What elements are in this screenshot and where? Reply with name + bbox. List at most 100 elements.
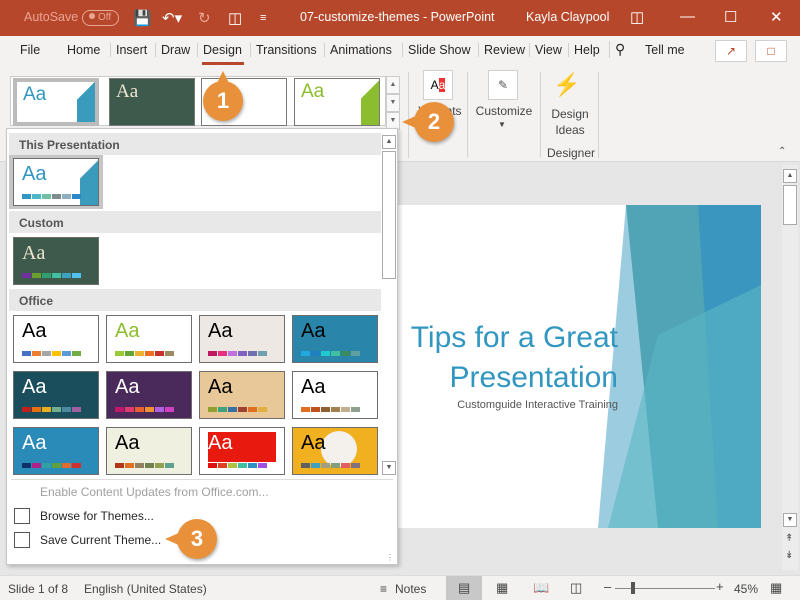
design-ideas-label-1[interactable]: Design: [547, 107, 593, 121]
ribbon-tabs: File Home Insert Draw Design Transitions…: [0, 36, 800, 66]
notes-icon[interactable]: ≡: [380, 582, 387, 596]
minimize-icon[interactable]: —: [680, 8, 695, 25]
tab-file[interactable]: File: [20, 43, 40, 57]
resize-grip-icon[interactable]: ⋮: [386, 553, 394, 562]
tab-design[interactable]: Design: [197, 43, 242, 57]
callout-2: 2: [402, 102, 454, 142]
zoom-slider[interactable]: [615, 588, 715, 589]
theme-preview-text: Aa: [115, 376, 140, 398]
tab-review[interactable]: Review: [478, 43, 525, 57]
office-theme-thumb[interactable]: Aa: [13, 315, 99, 363]
autosave-label: AutoSave: [24, 10, 79, 24]
gallery-scroll-down[interactable]: ▼: [386, 94, 400, 112]
save-current-theme-label: Save Current Theme...: [40, 533, 162, 547]
zoom-slider-thumb[interactable]: [631, 582, 635, 594]
theme-preview-text: Aa: [301, 320, 326, 342]
office-theme-thumb[interactable]: Aa: [13, 427, 99, 475]
office-theme-thumb[interactable]: Aa: [292, 371, 378, 419]
scroll-thumb[interactable]: [783, 185, 797, 225]
dropdown-scroll-down[interactable]: ▼: [382, 461, 396, 475]
tab-insert[interactable]: Insert: [110, 43, 147, 57]
zoom-level[interactable]: 45%: [734, 582, 758, 596]
autosave-toggle[interactable]: Off: [82, 10, 119, 26]
tab-slide-show[interactable]: Slide Show: [402, 43, 471, 57]
tab-view[interactable]: View: [529, 43, 562, 57]
tab-home[interactable]: Home: [67, 43, 100, 57]
slide-canvas[interactable]: Tips for a Great Presentation Customguid…: [398, 205, 761, 528]
collapse-ribbon-icon[interactable]: ⌃: [778, 146, 786, 157]
theme-thumb-custom[interactable]: Aa: [109, 78, 195, 126]
design-ideas-label-2[interactable]: Ideas: [547, 123, 593, 137]
separator: [467, 72, 468, 158]
theme-thumb-facet[interactable]: Aa: [294, 78, 380, 126]
office-theme-thumb[interactable]: Aa: [199, 315, 285, 363]
save-icon[interactable]: 💾: [133, 9, 152, 27]
gallery-scroll-up[interactable]: ▲: [386, 76, 400, 94]
scroll-down-button[interactable]: ▼: [783, 513, 797, 527]
browse-icon: [14, 508, 30, 524]
theme-preview-text: Aa: [22, 432, 47, 454]
tab-animations[interactable]: Animations: [324, 43, 392, 57]
fit-slide-icon[interactable]: ▦: [770, 580, 782, 596]
language-indicator[interactable]: English (United States): [84, 582, 207, 596]
customize-dropdown-icon[interactable]: ▼: [498, 120, 506, 129]
tell-me-input[interactable]: Tell me: [645, 43, 685, 57]
normal-view-icon[interactable]: ▤: [458, 580, 470, 596]
theme-color-swatches: [22, 407, 81, 412]
theme-custom[interactable]: Aa: [13, 237, 99, 285]
notes-button[interactable]: Notes: [395, 582, 426, 596]
customize-qat-icon[interactable]: ≡: [260, 12, 266, 24]
office-theme-thumb[interactable]: Aa: [292, 427, 378, 475]
undo-icon[interactable]: ↶▾: [162, 9, 182, 27]
theme-preview-text: Aa: [301, 432, 326, 454]
tab-help[interactable]: Help: [568, 43, 600, 57]
theme-color-swatches: [301, 463, 360, 468]
redo-icon[interactable]: ↻: [198, 9, 211, 27]
next-slide-icon[interactable]: ↡: [785, 550, 793, 561]
theme-this-presentation[interactable]: Aa: [13, 158, 99, 206]
reading-view-icon[interactable]: 📖: [533, 580, 549, 596]
customize-button[interactable]: Customize: [472, 104, 536, 118]
section-header-this-presentation: This Presentation: [9, 133, 381, 155]
office-theme-thumb[interactable]: Aa: [13, 371, 99, 419]
theme-preview-text: Aa: [115, 432, 140, 454]
dropdown-scroll-up[interactable]: ▲: [382, 135, 396, 149]
tab-draw[interactable]: Draw: [155, 43, 190, 57]
theme-color-swatches: [301, 407, 360, 412]
dropdown-scroll-thumb[interactable]: [382, 151, 396, 279]
previous-slide-icon[interactable]: ↟: [785, 533, 793, 544]
tab-transitions[interactable]: Transitions: [250, 43, 317, 57]
theme-thumb-current[interactable]: Aa: [13, 78, 99, 126]
search-icon[interactable]: ⚲: [609, 41, 625, 58]
variants-icon[interactable]: Aa: [423, 70, 453, 100]
theme-color-swatches: [115, 463, 174, 468]
office-theme-thumb[interactable]: Aa: [106, 427, 192, 475]
slideshow-view-icon[interactable]: ◫: [570, 580, 582, 596]
slide-scrollbar[interactable]: ▲ ▼ ↟ ↡: [782, 165, 798, 570]
customize-icon[interactable]: ✎: [488, 70, 518, 100]
office-theme-thumb[interactable]: Aa: [199, 371, 285, 419]
office-theme-thumb[interactable]: Aa: [106, 371, 192, 419]
ribbon-display-icon[interactable]: ◫: [630, 8, 644, 26]
slide-sorter-icon[interactable]: ▦: [496, 580, 508, 596]
enable-content-updates-label: Enable Content Updates from Office.com..…: [40, 485, 269, 499]
close-icon[interactable]: ✕: [770, 8, 783, 26]
maximize-icon[interactable]: ☐: [724, 8, 737, 26]
user-name[interactable]: Kayla Claypool: [526, 10, 609, 24]
office-theme-thumb[interactable]: Aa: [292, 315, 378, 363]
office-theme-thumb[interactable]: Aa: [106, 315, 192, 363]
scroll-up-button[interactable]: ▲: [783, 169, 797, 183]
slide-subtitle: Customguide Interactive Training: [457, 399, 618, 411]
office-theme-thumb[interactable]: Aa: [199, 427, 285, 475]
zoom-out-button[interactable]: –: [604, 579, 611, 594]
dropdown-scrollbar[interactable]: ▲ ▼: [381, 133, 397, 477]
themes-dropdown: This Presentation Aa Custom Aa Office Aa…: [6, 128, 398, 565]
share-icon[interactable]: ↗: [715, 40, 747, 62]
theme-color-swatches: [208, 463, 267, 468]
theme-preview-text: Aa: [22, 320, 47, 342]
comments-icon[interactable]: □: [755, 40, 787, 62]
theme-color-swatches: [208, 407, 267, 412]
zoom-in-button[interactable]: +: [716, 579, 724, 594]
present-icon[interactable]: ◫: [228, 9, 242, 27]
design-ideas-icon[interactable]: ⚡: [553, 72, 580, 98]
